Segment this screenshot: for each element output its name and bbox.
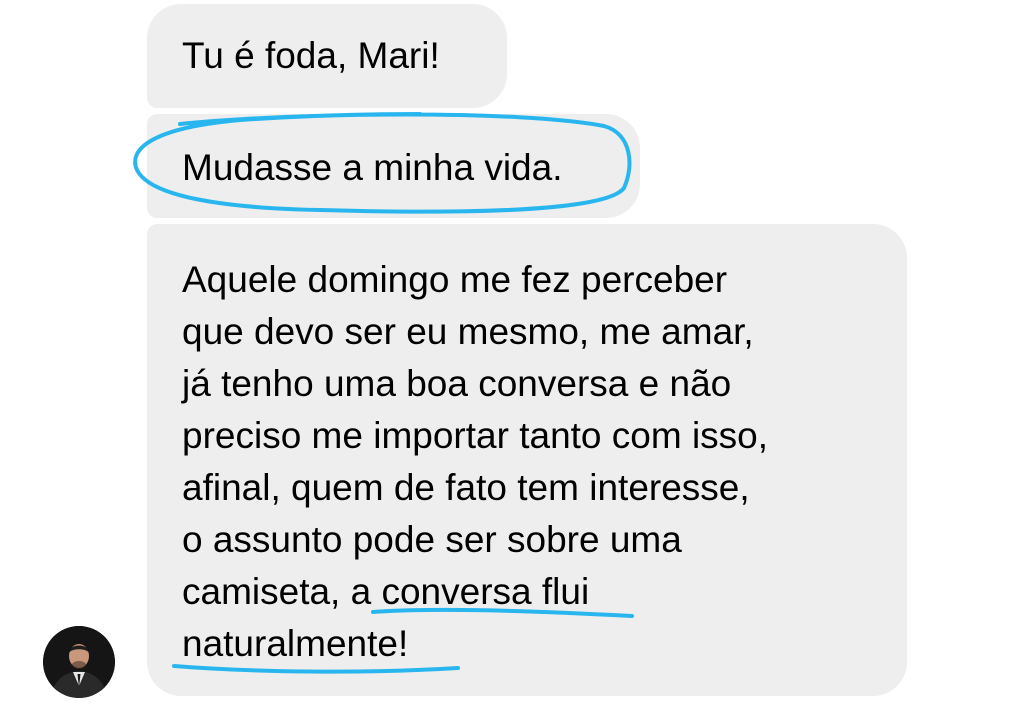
message-text: Tu é foda, Mari!	[182, 35, 440, 76]
message-bubble-3[interactable]: Aquele domingo me fez perceber que devo …	[147, 224, 907, 696]
chat-screen: Tu é foda, Mari! Mudasse a minha vida. A…	[0, 0, 1024, 712]
message-line-1: Aquele domingo me fez perceber	[182, 259, 728, 300]
message-line-3: já tenho uma boa conversa e não	[182, 363, 732, 404]
message-line-2: que devo ser eu mesmo, me amar,	[182, 311, 754, 352]
message-line-8: naturalmente!	[182, 623, 409, 664]
message-line-5: afinal, quem de fato tem interesse,	[182, 467, 750, 508]
message-bubble-2[interactable]: Mudasse a minha vida.	[147, 114, 640, 218]
message-line-7: camiseta, a conversa flui	[182, 571, 590, 612]
message-line-4: preciso me importar tanto com isso,	[182, 415, 769, 456]
avatar-figure	[43, 626, 115, 698]
message-text: Mudasse a minha vida.	[182, 147, 563, 188]
message-line-6: o assunto pode ser sobre uma	[182, 519, 682, 560]
profile-photo-icon[interactable]	[43, 626, 115, 698]
message-bubble-1[interactable]: Tu é foda, Mari!	[147, 4, 507, 108]
